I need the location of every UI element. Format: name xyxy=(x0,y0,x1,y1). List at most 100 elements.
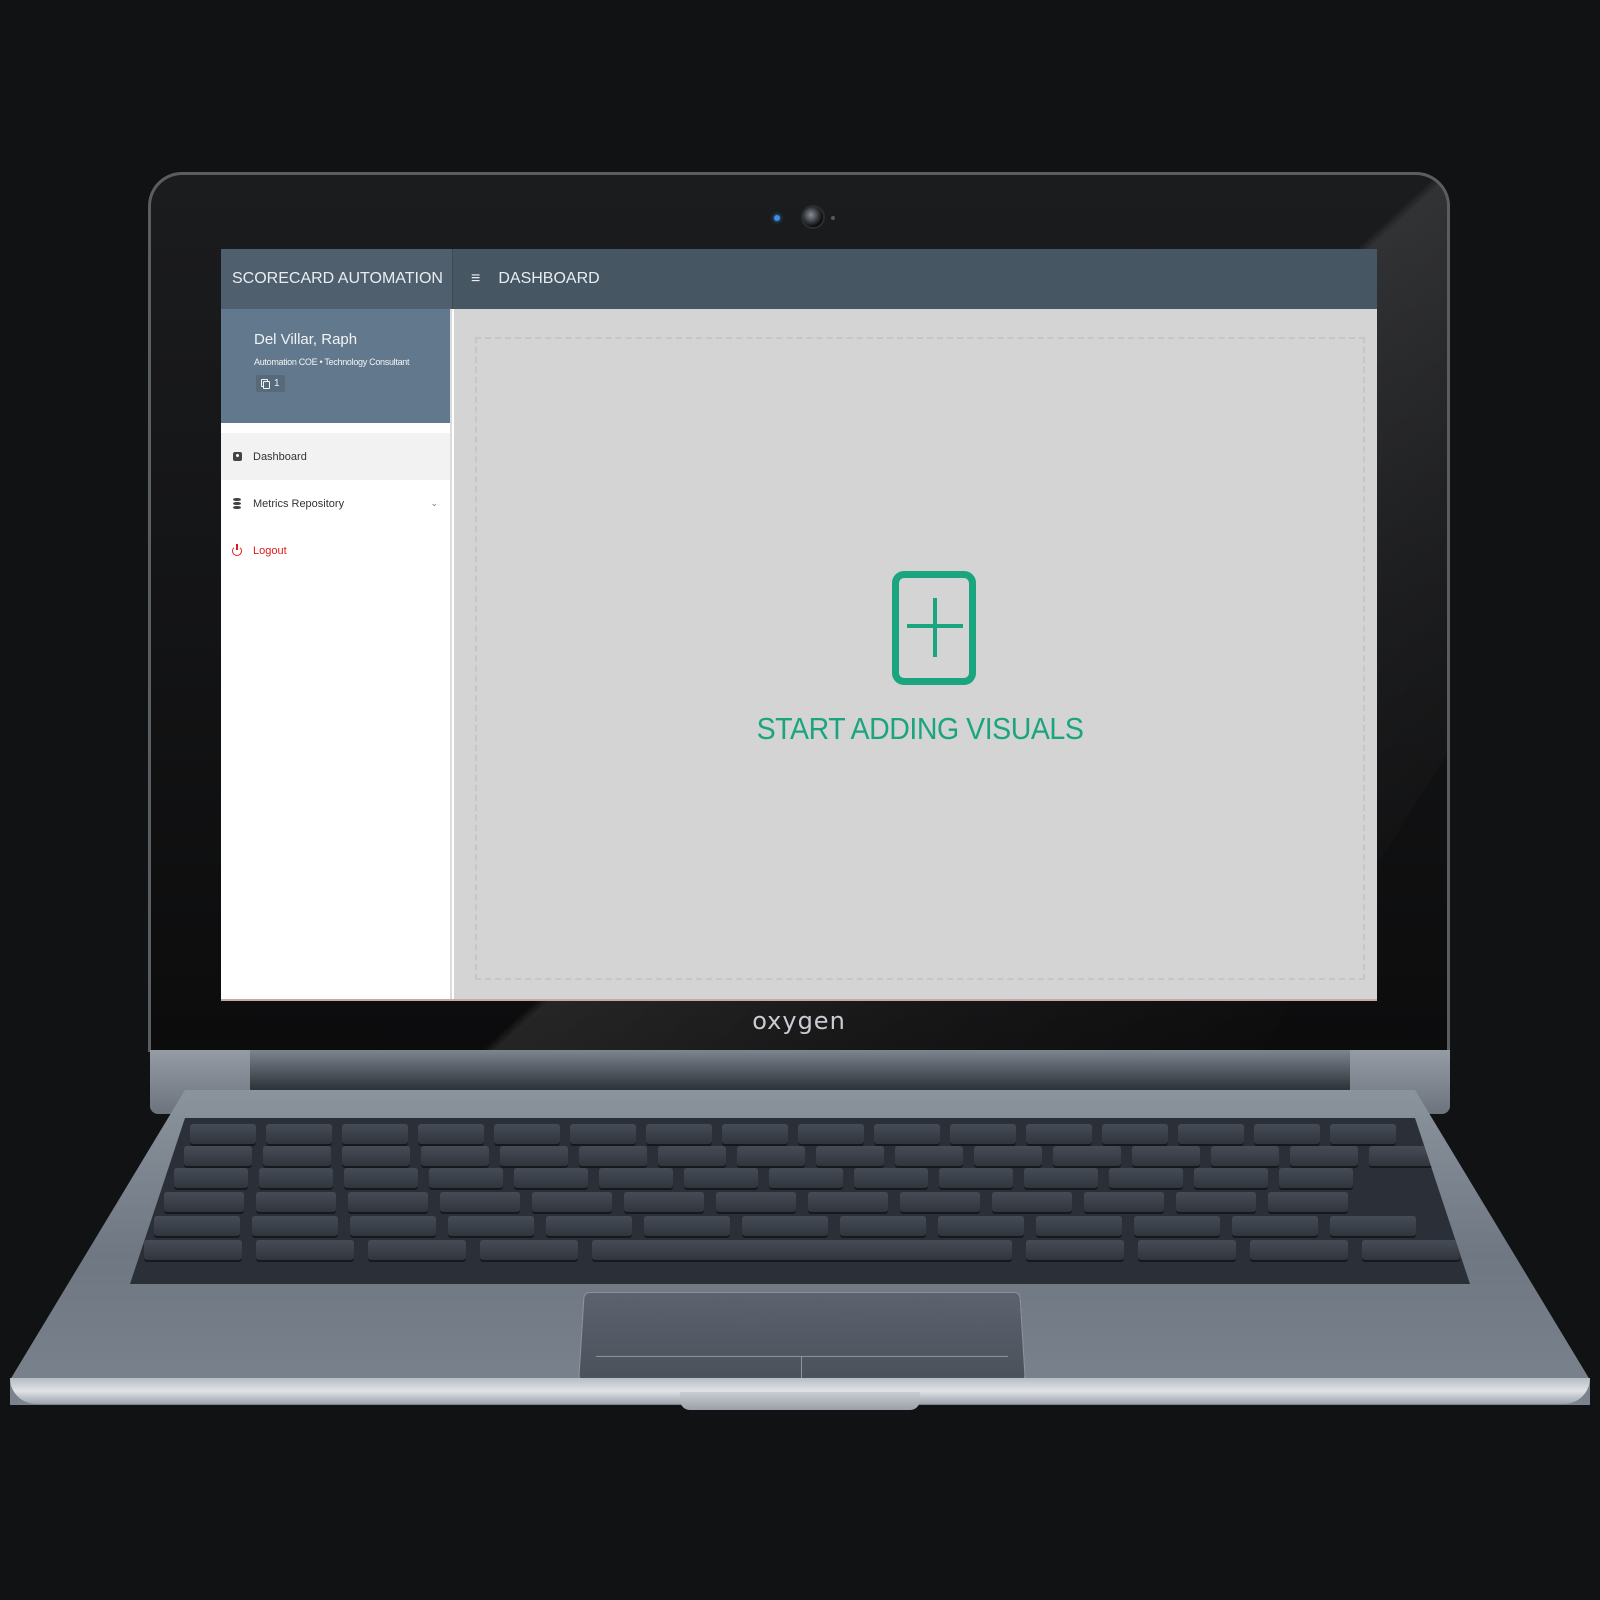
sidebar-item-logout[interactable]: Logout xyxy=(221,527,450,574)
keyboard-key xyxy=(1134,1216,1220,1236)
sidebar-nav: Dashboard Metrics Repository ⌄ Logout xyxy=(221,433,450,574)
database-icon xyxy=(231,498,243,509)
sidebar-item-label: Dashboard xyxy=(253,450,307,463)
keyboard-key xyxy=(368,1240,466,1260)
keyboard-key xyxy=(174,1168,248,1188)
add-visual-icon[interactable] xyxy=(892,571,976,685)
keyboard-key xyxy=(190,1124,256,1144)
keyboard-key xyxy=(599,1168,673,1188)
keyboard-key xyxy=(344,1168,418,1188)
user-name: Del Villar, Raph xyxy=(254,331,358,348)
keyboard-key xyxy=(974,1146,1042,1166)
keyboard-key xyxy=(646,1124,712,1144)
user-profile: Del Villar, Raph Automation COE • Techno… xyxy=(221,309,450,423)
app-brand[interactable]: SCORECARD AUTOMATION xyxy=(221,249,452,309)
laptop-hinge xyxy=(150,1050,1450,1090)
keyboard-key xyxy=(144,1240,242,1260)
keyboard-key xyxy=(350,1216,436,1236)
keyboard-key xyxy=(546,1216,632,1236)
keyboard-key xyxy=(263,1146,331,1166)
keyboard-key xyxy=(816,1146,884,1166)
keyboard-key xyxy=(184,1146,252,1166)
keyboard-key xyxy=(1053,1146,1121,1166)
laptop-brand: oxygen xyxy=(752,1007,846,1035)
keyboard-key xyxy=(874,1124,940,1144)
keyboard-key xyxy=(1102,1124,1168,1144)
keyboard-key xyxy=(154,1216,240,1236)
dashboard-canvas: START ADDING VISUALS xyxy=(454,309,1377,999)
keyboard-key xyxy=(418,1124,484,1144)
keyboard-key xyxy=(1178,1124,1244,1144)
keyboard-key xyxy=(769,1168,843,1188)
camera-led xyxy=(774,215,780,221)
keyboard-key xyxy=(808,1192,888,1212)
keyboard-key xyxy=(1176,1192,1256,1212)
keyboard-key xyxy=(624,1192,704,1212)
keyboard-key xyxy=(1026,1240,1124,1260)
keyboard-key xyxy=(684,1168,758,1188)
keyboard-key xyxy=(500,1146,568,1166)
keyboard-key xyxy=(259,1168,333,1188)
keyboard-key xyxy=(1268,1192,1348,1212)
keyboard-key xyxy=(840,1216,926,1236)
sidebar-item-label: Metrics Repository xyxy=(253,497,345,510)
keyboard-key xyxy=(1330,1216,1416,1236)
keyboard-key xyxy=(658,1146,726,1166)
page-title: DASHBOARD xyxy=(498,270,600,287)
keyboard-key xyxy=(1024,1168,1098,1188)
keyboard-key xyxy=(348,1192,428,1212)
keyboard-key xyxy=(1132,1146,1200,1166)
keyboard-key xyxy=(992,1192,1072,1212)
keyboard-key xyxy=(854,1168,928,1188)
dashboard-icon xyxy=(231,452,243,461)
sidebar: Del Villar, Raph Automation COE • Techno… xyxy=(221,309,452,999)
scorecard-count-badge[interactable]: 1 xyxy=(256,375,285,392)
keyboard-key xyxy=(1109,1168,1183,1188)
keyboard-key xyxy=(1194,1168,1268,1188)
keyboard-key xyxy=(895,1146,963,1166)
add-visual-dropzone[interactable]: START ADDING VISUALS xyxy=(475,337,1365,980)
laptop-frame: oxygen SCORECARD AUTOMATION ≡ DASHBOARD … xyxy=(0,0,1600,1600)
badge-count: 1 xyxy=(274,378,280,389)
keyboard xyxy=(130,1118,1470,1284)
keyboard-key xyxy=(480,1240,578,1260)
power-icon xyxy=(231,543,243,556)
keyboard-key xyxy=(592,1240,1012,1260)
keyboard-key xyxy=(532,1192,612,1212)
app-screen: SCORECARD AUTOMATION ≡ DASHBOARD Del Vil… xyxy=(221,249,1377,1001)
keyboard-key xyxy=(1254,1124,1320,1144)
keyboard-key xyxy=(1211,1146,1279,1166)
keyboard-key xyxy=(722,1124,788,1144)
keyboard-key xyxy=(737,1146,805,1166)
user-role: Automation COE • Technology Consultant xyxy=(254,357,410,367)
keyboard-key xyxy=(1138,1240,1236,1260)
keyboard-key xyxy=(514,1168,588,1188)
chevron-down-icon[interactable]: ⌄ xyxy=(430,498,438,509)
keyboard-key xyxy=(1026,1124,1092,1144)
start-adding-visuals-label[interactable]: START ADDING VISUALS xyxy=(512,711,1327,747)
keyboard-key xyxy=(939,1168,1013,1188)
keyboard-key xyxy=(256,1240,354,1260)
keyboard-key xyxy=(950,1124,1016,1144)
keyboard-key xyxy=(440,1192,520,1212)
keyboard-key xyxy=(448,1216,534,1236)
camera-sensor xyxy=(831,216,835,220)
keyboard-key xyxy=(1330,1124,1396,1144)
top-navbar: ≡ DASHBOARD xyxy=(452,249,1377,309)
hamburger-icon[interactable]: ≡ xyxy=(471,270,480,288)
keyboard-key xyxy=(1279,1168,1353,1188)
sidebar-item-dashboard[interactable]: Dashboard xyxy=(221,433,450,480)
keyboard-key xyxy=(342,1124,408,1144)
keyboard-key xyxy=(579,1146,647,1166)
lid-notch xyxy=(680,1392,920,1410)
keyboard-key xyxy=(742,1216,828,1236)
keyboard-key xyxy=(1036,1216,1122,1236)
sidebar-item-metrics-repository[interactable]: Metrics Repository ⌄ xyxy=(221,480,450,527)
keyboard-key xyxy=(252,1216,338,1236)
keyboard-key xyxy=(644,1216,730,1236)
keyboard-key xyxy=(164,1192,244,1212)
keyboard-key xyxy=(1362,1240,1460,1260)
keyboard-key xyxy=(494,1124,560,1144)
keyboard-key xyxy=(429,1168,503,1188)
keyboard-key xyxy=(716,1192,796,1212)
